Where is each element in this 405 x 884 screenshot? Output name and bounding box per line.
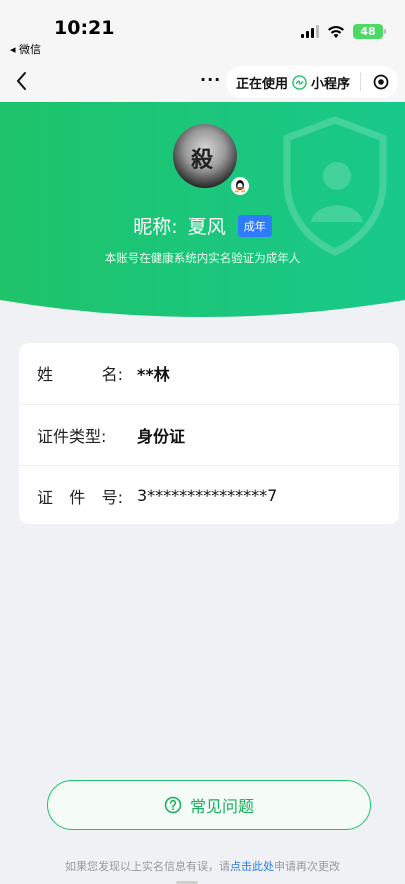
status-time: 10:21 (54, 17, 115, 39)
label-char: 证 (37, 487, 54, 507)
faq-button[interactable]: 常见问题 (47, 780, 371, 830)
chevron-left-icon[interactable] (10, 66, 34, 96)
nickname-label: 昵称: (133, 216, 178, 238)
nickname-value: 夏风 (187, 216, 226, 238)
capsule-divider (360, 73, 362, 91)
verification-note: 本账号在健康系统内实名验证为成年人 (104, 251, 301, 265)
question-circle-icon (164, 796, 182, 814)
info-value-id-number: 3***************7 (137, 486, 278, 505)
in-use-label: 正在使用 (236, 76, 289, 92)
info-label: 证件类型: (37, 423, 137, 447)
info-row-name: 姓 名: **林 (19, 343, 399, 403)
info-value-id-type: 身份证 (137, 426, 186, 446)
label-char: 号: (101, 487, 123, 507)
correction-link[interactable]: 点击此处 (230, 860, 274, 873)
info-label: 证 件 号: (37, 484, 137, 508)
info-row-id-number: 证 件 号: 3***************7 (19, 465, 399, 525)
mini-program-icon (292, 74, 307, 90)
status-icons: 48 (301, 24, 386, 39)
footer-note: 如果您发现以上实名信息有误，请点击此处申请再次更改 (0, 858, 405, 874)
avatar-glyph: 殺 (191, 147, 214, 173)
back-to-wechat[interactable]: ◂ 微信 (10, 41, 41, 57)
status-bar: 10:21 ◂ 微信 48 (0, 0, 405, 60)
footer-prefix: 如果您发现以上实名信息有误，请 (65, 860, 230, 873)
target-icon[interactable] (373, 74, 389, 90)
info-row-id-type: 证件类型: 身份证 (19, 404, 399, 464)
label-text: 证件类型: (37, 426, 107, 446)
nav-bar: ... 正在使用 小程序 (0, 60, 405, 102)
label-char: 件 (69, 487, 86, 507)
nickname-row: 昵称: 夏风 成年 (0, 212, 405, 239)
more-button[interactable]: ... (200, 66, 221, 85)
faq-label: 常见问题 (189, 797, 254, 816)
identity-info-card: 姓 名: **林 证件类型: 身份证 证 件 号: 3*************… (19, 343, 399, 524)
shield-icon (283, 116, 387, 256)
wifi-icon (328, 25, 344, 38)
adult-badge: 成年 (237, 214, 272, 237)
label-char: 名: (101, 365, 123, 384)
battery-icon: 48 (353, 24, 386, 39)
mini-program-capsule: 正在使用 小程序 (226, 66, 398, 98)
qq-icon (231, 177, 249, 195)
mini-program-label[interactable]: 小程序 (311, 73, 350, 92)
profile-header: 殺 昵称: 夏风 成年 本账号在健康系统内实名验证为成年人 (0, 102, 405, 320)
avatar: 殺 (173, 124, 237, 188)
signal-icon (301, 25, 319, 38)
footer-suffix: 申请再次更改 (274, 860, 340, 873)
info-value-name: **林 (137, 365, 170, 384)
label-char: 姓 (37, 365, 54, 384)
info-label: 姓 名: (37, 361, 137, 385)
